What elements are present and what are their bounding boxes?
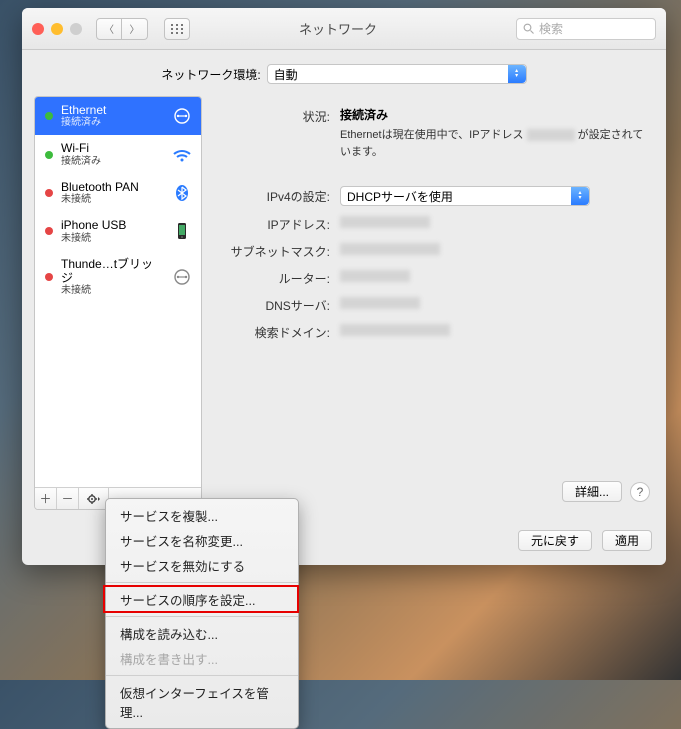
status-description: Ethernetは現在使用中で、IPアドレス が設定されています。 xyxy=(340,127,646,160)
service-name: Ethernet xyxy=(61,103,163,117)
status-dot xyxy=(45,112,53,120)
service-name: iPhone USB xyxy=(61,218,163,232)
sidebar-item-ethernet[interactable]: Ethernet 接続済み xyxy=(35,97,201,135)
router-label: ルーター: xyxy=(212,268,340,287)
advanced-button[interactable]: 詳細... xyxy=(562,481,622,502)
sidebar-item-iphone[interactable]: iPhone USB 未接続 xyxy=(35,212,201,250)
chevron-updown-icon xyxy=(508,65,526,83)
location-select[interactable]: 自動 xyxy=(267,64,527,84)
status-dot xyxy=(45,227,53,235)
location-row: ネットワーク環境: 自動 xyxy=(22,50,666,96)
menu-item[interactable]: 構成を読み込む... xyxy=(106,621,298,646)
menu-item[interactable]: サービスを複製... xyxy=(106,503,298,528)
minimize-icon[interactable] xyxy=(51,23,63,35)
dns-label: DNSサーバ: xyxy=(212,295,340,314)
zoom-icon xyxy=(70,23,82,35)
ipv4-select[interactable]: DHCPサーバを使用 xyxy=(340,186,590,206)
ipv4-label: IPv4の設定: xyxy=(212,186,340,206)
detail-panel: 状況: 接続済み Ethernetは現在使用中で、IPアドレス が設定されていま… xyxy=(212,96,654,510)
dns-value xyxy=(340,295,646,314)
service-list: Ethernet 接続済み Wi-Fi 接続済み Bluetooth PAN 未… xyxy=(35,97,201,487)
ip-label: IPアドレス: xyxy=(212,214,340,233)
thunderbolt-icon xyxy=(171,268,193,286)
menu-separator xyxy=(106,582,298,583)
back-button[interactable]: 〈 xyxy=(96,18,122,40)
remove-service-button[interactable]: － xyxy=(57,488,79,509)
router-value xyxy=(340,268,646,287)
close-icon[interactable] xyxy=(32,23,44,35)
subnet-label: サブネットマスク: xyxy=(212,241,340,260)
bluetooth-icon xyxy=(171,184,193,202)
apply-button[interactable]: 適用 xyxy=(602,530,652,551)
sidebar-item-thunderbolt[interactable]: Thunde…tブリッジ 未接続 xyxy=(35,251,201,304)
service-status: 未接続 xyxy=(61,194,163,206)
sidebar-item-bluetooth[interactable]: Bluetooth PAN 未接続 xyxy=(35,174,201,212)
menu-item[interactable]: サービスの順序を設定... xyxy=(106,587,298,612)
menu-item[interactable]: サービスを名称変更... xyxy=(106,528,298,553)
search-icon xyxy=(523,23,535,35)
location-value: 自動 xyxy=(274,66,298,83)
revert-button[interactable]: 元に戻す xyxy=(518,530,592,551)
traffic-lights xyxy=(32,23,82,35)
service-status: 未接続 xyxy=(61,285,163,297)
ipv4-value: DHCPサーバを使用 xyxy=(347,188,453,205)
body: Ethernet 接続済み Wi-Fi 接続済み Bluetooth PAN 未… xyxy=(22,96,666,522)
service-name: Wi-Fi xyxy=(61,141,163,155)
service-name: Bluetooth PAN xyxy=(61,180,163,194)
service-sidebar: Ethernet 接続済み Wi-Fi 接続済み Bluetooth PAN 未… xyxy=(34,96,202,510)
location-label: ネットワーク環境: xyxy=(161,66,260,83)
window-title: ネットワーク xyxy=(168,19,508,38)
gear-context-menu: サービスを複製...サービスを名称変更...サービスを無効にするサービスの順序を… xyxy=(105,498,299,729)
ip-value xyxy=(340,214,646,233)
domain-value xyxy=(340,322,646,341)
status-label: 状況: xyxy=(212,106,340,160)
subnet-value xyxy=(340,241,646,260)
search-placeholder: 検索 xyxy=(539,20,563,37)
domain-label: 検索ドメイン: xyxy=(212,322,340,341)
status-value: 接続済み xyxy=(340,106,646,123)
status-dot xyxy=(45,273,53,281)
titlebar: 〈 〉 ネットワーク 検索 xyxy=(22,8,666,50)
menu-separator xyxy=(106,675,298,676)
service-name: Thunde…tブリッジ xyxy=(61,257,163,286)
menu-separator xyxy=(106,616,298,617)
network-prefs-window: 〈 〉 ネットワーク 検索 ネットワーク環境: 自動 Ethernet 接続済み… xyxy=(22,8,666,565)
forward-button[interactable]: 〉 xyxy=(122,18,148,40)
status-dot xyxy=(45,151,53,159)
wifi-icon xyxy=(171,146,193,164)
nav-buttons: 〈 〉 xyxy=(96,18,148,40)
menu-item: 構成を書き出す... xyxy=(106,646,298,671)
search-input[interactable]: 検索 xyxy=(516,18,656,40)
help-button[interactable]: ? xyxy=(630,482,650,502)
service-status: 未接続 xyxy=(61,233,163,245)
sidebar-item-wifi[interactable]: Wi-Fi 接続済み xyxy=(35,135,201,173)
chevron-updown-icon xyxy=(571,187,589,205)
iphone-icon xyxy=(171,222,193,240)
menu-item[interactable]: 仮想インターフェイスを管理... xyxy=(106,680,298,724)
add-service-button[interactable]: ＋ xyxy=(35,488,57,509)
gear-icon xyxy=(87,493,101,505)
ethernet-icon xyxy=(171,107,193,125)
service-status: 接続済み xyxy=(61,156,163,168)
service-status: 接続済み xyxy=(61,117,163,129)
status-dot xyxy=(45,189,53,197)
menu-item[interactable]: サービスを無効にする xyxy=(106,553,298,578)
